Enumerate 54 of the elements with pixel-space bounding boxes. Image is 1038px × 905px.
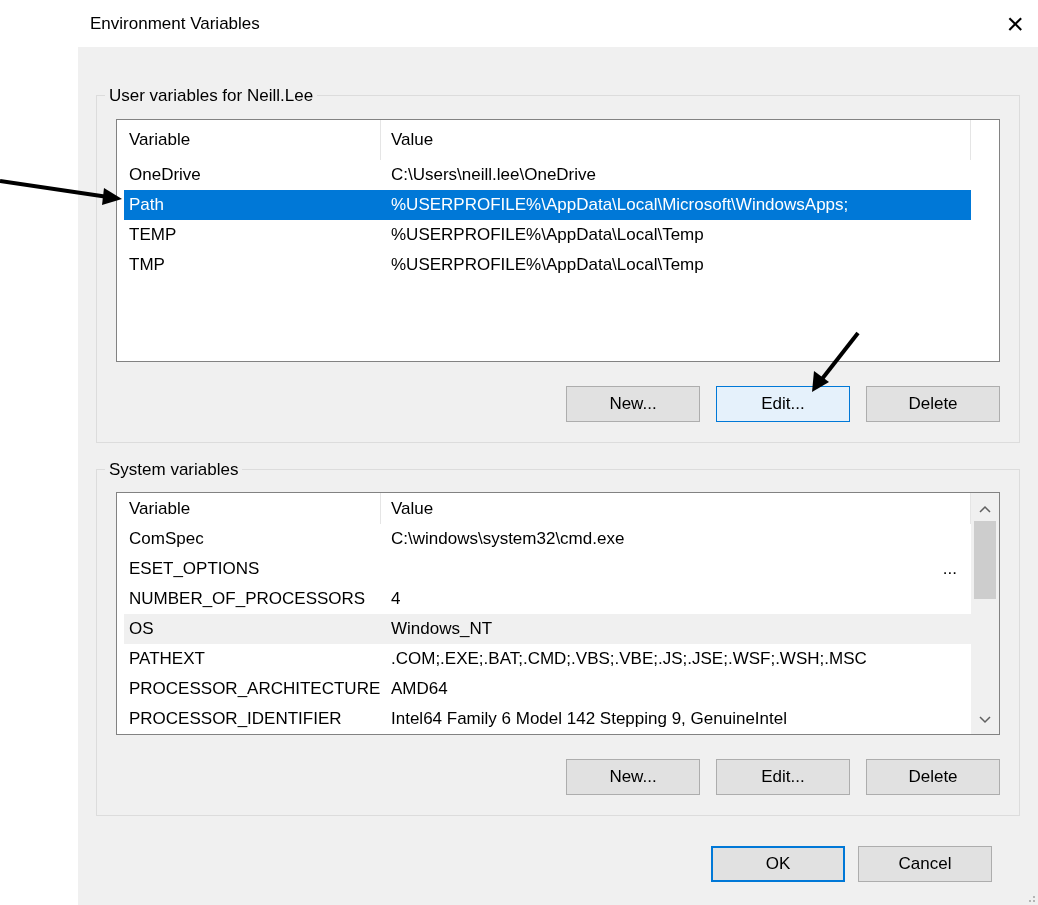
group-label: User variables for Neill.Lee: [108, 85, 315, 107]
variable-name: ESET_OPTIONS: [128, 558, 261, 581]
column-header[interactable]: Variable: [124, 119, 381, 160]
variable-name: PATHEXT: [128, 648, 206, 671]
column-header[interactable]: Value: [381, 119, 971, 160]
dialog-button[interactable]: OK: [711, 846, 845, 882]
variable-value: C:\Users\neill.lee\OneDrive: [390, 163, 596, 186]
list-row[interactable]: NUMBER_OF_PROCESSORS 4: [124, 584, 971, 614]
variable-name: PROCESSOR_IDENTIFIER: [128, 708, 343, 731]
dialog-button[interactable]: New...: [566, 759, 700, 795]
dialog-button[interactable]: Cancel: [858, 846, 992, 882]
list-row[interactable]: Path %USERPROFILE%\AppData\Local\Microsoft\WindowsApps;: [124, 189, 971, 220]
variable-value: C:\windows\system32\cmd.exe: [390, 528, 625, 551]
list-row[interactable]: TEMP %USERPROFILE%\AppData\Local\Temp: [124, 219, 971, 250]
dialog-button[interactable]: Edit...: [716, 759, 850, 795]
variable-name: PROCESSOR_ARCHITECTURE: [128, 678, 382, 701]
variable-value: .COM;.EXE;.BAT;.CMD;.VBS;.VBE;.JS;.JSE;.WSF;.WSH;.MSC: [390, 648, 867, 671]
scroll-down-icon[interactable]: [979, 716, 991, 724]
list-row[interactable]: OS Windows_NT: [124, 614, 971, 644]
dialog-button[interactable]: Delete: [866, 385, 1000, 422]
variable-value: %USERPROFILE%\AppData\Local\Temp: [390, 223, 704, 246]
list-row[interactable]: OneDrive C:\Users\neill.lee\OneDrive: [124, 159, 971, 190]
variable-value: 4: [390, 588, 401, 611]
variable-value: ...: [942, 558, 958, 581]
variable-name: ComSpec: [128, 528, 205, 551]
list-row[interactable]: PROCESSOR_IDENTIFIER Intel64 Family 6 Model 142 Stepping 9, GenuineIntel: [124, 704, 971, 734]
variable-value: AMD64: [390, 678, 448, 701]
variable-value: %USERPROFILE%\AppData\Local\Microsoft\WindowsApps;: [390, 193, 849, 216]
list-row[interactable]: PATHEXT .COM;.EXE;.BAT;.CMD;.VBS;.VBE;.JS;.JSE;.WSF;.WSH;.MSC: [124, 644, 971, 674]
window-title: Environment Variables: [90, 12, 260, 35]
variable-name: Path: [128, 193, 165, 216]
group-label: System variables: [108, 458, 240, 481]
column-header[interactable]: Variable: [124, 493, 381, 524]
variable-name: TEMP: [128, 223, 178, 246]
scrollbar-thumb[interactable]: [974, 521, 996, 599]
variable-name: OS: [128, 618, 155, 641]
dialog-button[interactable]: Edit...: [716, 385, 850, 422]
variable-value: %USERPROFILE%\AppData\Local\Temp: [390, 253, 704, 276]
dialog-button[interactable]: Delete: [866, 759, 1000, 795]
scroll-up-icon[interactable]: [979, 505, 991, 513]
variable-name: TMP: [128, 253, 166, 276]
variable-value: Intel64 Family 6 Model 142 Stepping 9, GenuineIntel: [390, 708, 787, 731]
list-row[interactable]: ESET_OPTIONS ...: [124, 554, 971, 584]
dialog-button[interactable]: New...: [566, 385, 700, 422]
annotation-arrow: [812, 331, 860, 392]
variable-name: NUMBER_OF_PROCESSORS: [128, 588, 367, 611]
resize-grip-icon[interactable]: [1028, 895, 1036, 903]
variable-name: OneDrive: [128, 163, 202, 186]
variable-value: Windows_NT: [390, 618, 493, 641]
list-row[interactable]: ComSpec C:\windows\system32\cmd.exe: [124, 524, 971, 554]
scrollbar[interactable]: [971, 493, 999, 734]
list-row[interactable]: TMP %USERPROFILE%\AppData\Local\Temp: [124, 249, 971, 280]
list-row[interactable]: PROCESSOR_ARCHITECTURE AMD64: [124, 674, 971, 704]
close-button[interactable]: ×: [1002, 8, 1028, 39]
